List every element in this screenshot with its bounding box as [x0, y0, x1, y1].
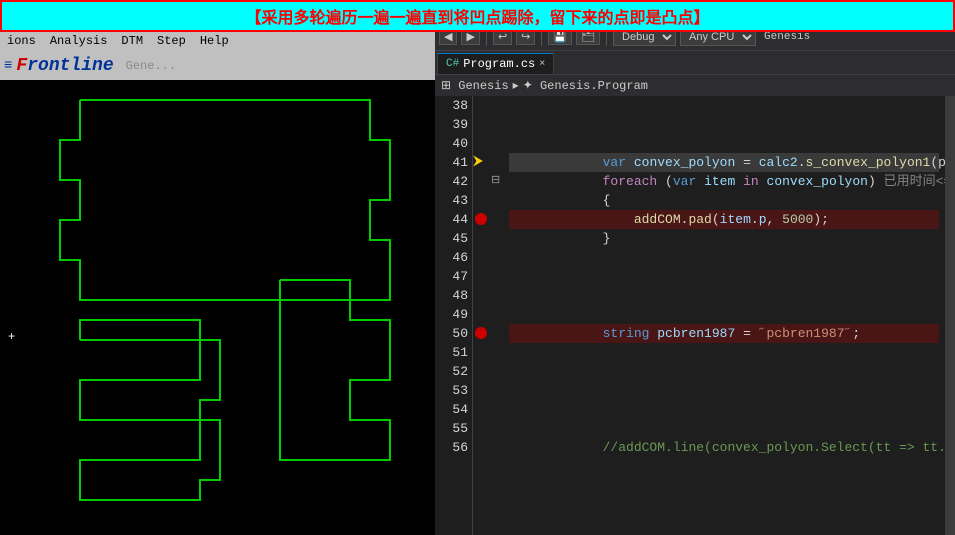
code-line-38: [509, 96, 939, 115]
ln-50: 50: [439, 324, 468, 343]
next-line-arrow: ⮞: [473, 153, 483, 172]
code-content[interactable]: var convex_polyon = calc2.s_convex_polyo…: [503, 96, 945, 535]
ln-51: 51: [439, 343, 468, 362]
cad-menu-help[interactable]: Help: [197, 33, 232, 49]
collapse-42: ⊟: [491, 172, 500, 191]
code-line-53: [509, 381, 939, 400]
code-line-56: //addCOM.line(convex_polyon.Select(tt =>…: [509, 438, 939, 457]
ln-48: 48: [439, 286, 468, 305]
ide-scrollbar[interactable]: [945, 96, 955, 535]
code-line-42: foreach (var item in convex_polyon) 已用时间…: [509, 172, 939, 191]
line-numbers: 38 39 40 41 42 43 44 45 46 47 48 49 50 5…: [435, 96, 473, 535]
code-line-41: var convex_polyon = calc2.s_convex_polyo…: [509, 153, 939, 172]
ln-45: 45: [439, 229, 468, 248]
tab-filename: Program.cs: [463, 57, 535, 71]
ln-47: 47: [439, 267, 468, 286]
cad-menu-ions[interactable]: ions: [4, 33, 39, 49]
ln-42: 42: [439, 172, 468, 191]
breakpoint-50: [475, 327, 487, 339]
frontline-bar: ≡ Frontline Gene...: [0, 52, 435, 80]
ln-44: 44: [439, 210, 468, 229]
file-tab-program[interactable]: C# Program.cs ×: [437, 53, 554, 74]
ln-55: 55: [439, 419, 468, 438]
code-line-45: }: [509, 229, 939, 248]
ide-code: 38 39 40 41 42 43 44 45 46 47 48 49 50 5…: [435, 96, 955, 535]
breakpoint-44: [475, 213, 487, 225]
ln-52: 52: [439, 362, 468, 381]
cad-menu-analysis[interactable]: Analysis: [47, 33, 111, 49]
svg-text:+: +: [8, 330, 15, 344]
cad-svg: +: [0, 80, 435, 535]
ln-38: 38: [439, 96, 468, 115]
ln-54: 54: [439, 400, 468, 419]
ln-39: 39: [439, 115, 468, 134]
frontline-gene: Gene...: [126, 59, 176, 73]
code-line-55: [509, 419, 939, 438]
cad-menu-dtm[interactable]: DTM: [118, 33, 146, 49]
ln-43: 43: [439, 191, 468, 210]
breadcrumb-left: ⊞ Genesis: [441, 78, 509, 93]
code-line-51: [509, 343, 939, 362]
code-line-47: [509, 267, 939, 286]
ln-56: 56: [439, 438, 468, 457]
cad-area: ions Analysis DTM Step Help ≡ Frontline …: [0, 0, 435, 535]
ide-tabs: C# Program.cs ×: [435, 50, 955, 74]
breadcrumb-right: ✦ Genesis.Program: [523, 78, 648, 93]
ln-49: 49: [439, 305, 468, 324]
cad-menubar: ions Analysis DTM Step Help: [0, 30, 435, 52]
code-line-40: [509, 134, 939, 153]
ln-46: 46: [439, 248, 468, 267]
code-line-54: [509, 400, 939, 419]
ln-41: 41: [439, 153, 468, 172]
cad-canvas: +: [0, 80, 435, 535]
ln-53: 53: [439, 381, 468, 400]
breadcrumb-separator: ▸: [513, 78, 519, 93]
ide-area: 文件(F) 编辑(E) 视图(V) 项目(P) 生成(B) 调试(D) 团队(M…: [435, 0, 955, 535]
code-line-46: [509, 248, 939, 267]
line-indicators: ⮞: [473, 96, 491, 535]
frontline-logo: Frontline: [16, 56, 113, 76]
cad-menu-step[interactable]: Step: [154, 33, 189, 49]
code-line-44: addCOM.pad(item.p, 5000);: [509, 210, 939, 229]
ide-breadcrumb: ⊞ Genesis ▸ ✦ Genesis.Program: [435, 74, 955, 96]
code-line-49: [509, 305, 939, 324]
code-line-39: [509, 115, 939, 134]
code-line-43: {: [509, 191, 939, 210]
annotation-banner: 【采用多轮遍历一遍一遍直到将凹点踢除，留下来的点即是凸点】: [0, 0, 955, 32]
code-line-50: string pcbren1987 = ˝pcbren1987˝;: [509, 324, 939, 343]
collapse-col: ⊟: [491, 96, 503, 535]
code-line-52: [509, 362, 939, 381]
code-line-48: [509, 286, 939, 305]
ln-40: 40: [439, 134, 468, 153]
genesis-label-toolbar: Genesis: [764, 31, 810, 43]
tab-close-button[interactable]: ×: [539, 59, 545, 70]
